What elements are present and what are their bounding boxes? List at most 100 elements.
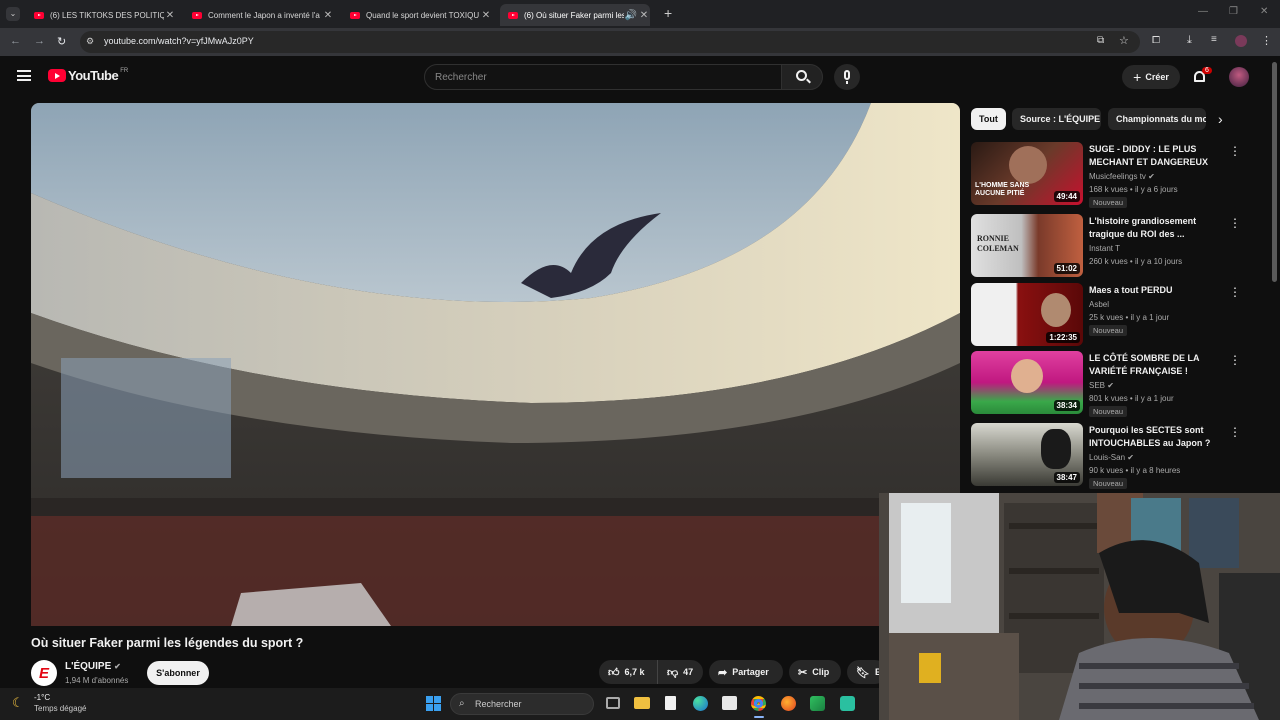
share-label: Partager — [732, 667, 769, 677]
video-thumbnail[interactable]: L'HOMME SANS AUCUNE PITIÉ 49:44 — [971, 142, 1083, 205]
more-options-icon[interactable]: ⋮ — [1229, 285, 1241, 299]
install-app-icon[interactable]: ⧉ — [1097, 35, 1104, 46]
channel-name[interactable]: Louis-San ✔ — [1089, 453, 1134, 462]
back-arrow-icon[interactable]: ← — [10, 35, 21, 47]
tab-title: Comment le Japon a inventé l'a — [208, 10, 320, 20]
video-title[interactable]: L'histoire grandiosement tragique du ROI… — [1089, 215, 1227, 241]
video-title[interactable]: Maes a tout PERDU — [1089, 284, 1227, 297]
firefox-browser-icon[interactable] — [781, 696, 796, 711]
minimize-window-icon[interactable]: — — [1198, 6, 1208, 17]
browser-tab[interactable]: (6) LES TIKTOKS DES POLITIQUE ✕ — [26, 4, 176, 26]
video-thumbnail[interactable]: 38:34 — [971, 351, 1083, 414]
weather-desc[interactable]: Temps dégagé — [34, 704, 86, 713]
close-tab-icon[interactable]: ✕ — [480, 10, 492, 21]
voice-search-button[interactable] — [834, 64, 860, 90]
more-options-icon[interactable]: ⋮ — [1229, 353, 1241, 367]
webcam-overlay — [879, 493, 1280, 720]
new-tab-button[interactable]: + — [664, 5, 672, 21]
new-badge: Nouveau — [1089, 325, 1128, 336]
more-options-icon[interactable]: ⋮ — [1229, 216, 1241, 230]
url-text[interactable]: youtube.com/watch?v=yfJMwAJz0PY — [104, 36, 254, 46]
search-button[interactable] — [781, 64, 823, 90]
like-count: 6,7 k — [624, 667, 645, 677]
video-thumbnail[interactable]: 38:47 — [971, 423, 1083, 486]
like-button[interactable]: 👍︎ 6,7 k — [599, 660, 657, 684]
video-title[interactable]: Pourquoi les SECTES sont INTOUCHABLES au… — [1089, 424, 1227, 450]
hamburger-menu-icon[interactable] — [17, 70, 31, 81]
taskbar-search-input[interactable]: ⌕ Rechercher — [450, 693, 594, 715]
reading-list-icon[interactable]: ≡ — [1211, 34, 1217, 45]
verified-check-icon: ✔ — [1127, 453, 1134, 462]
close-tab-icon[interactable]: ✕ — [164, 10, 176, 21]
site-info-icon[interactable]: ⚙ — [86, 36, 94, 47]
browser-tab-active[interactable]: (6) Où situer Faker parmi les 🔊 ✕ — [500, 4, 650, 26]
chip-championships[interactable]: Championnats du monde — [1108, 108, 1206, 130]
channel-name[interactable]: Instant T — [1089, 244, 1120, 253]
video-player[interactable] — [31, 103, 960, 626]
weather-moon-icon[interactable]: ☾ — [12, 695, 24, 711]
edge-browser-icon[interactable] — [693, 696, 708, 711]
page-scrollbar[interactable] — [1272, 62, 1277, 282]
close-tab-icon[interactable]: ✕ — [638, 10, 650, 21]
chips-next-arrow-icon[interactable]: › — [1218, 111, 1223, 127]
reload-icon[interactable]: ↻ — [57, 35, 66, 48]
video-title[interactable]: SUGE - DIDDY : LE PLUS MECHANT ET DANGER… — [1089, 143, 1227, 169]
subscribe-button[interactable]: S'abonner — [147, 661, 209, 685]
video-title[interactable]: LE CÔTÉ SOMBRE DE LA VARIÉTÉ FRANÇAISE ! — [1089, 352, 1227, 378]
bookmark-star-icon[interactable]: ☆ — [1119, 34, 1129, 47]
search-input[interactable]: Rechercher — [424, 64, 782, 90]
weather-temp[interactable]: -1°C — [34, 693, 50, 702]
close-tab-icon[interactable]: ✕ — [322, 10, 334, 21]
channel-avatar[interactable]: E — [31, 660, 57, 686]
browser-toolbar: ← → ↻ ⚙ youtube.com/watch?v=yfJMwAJz0PY … — [0, 28, 1280, 56]
profile-avatar-icon[interactable] — [1235, 35, 1247, 47]
more-options-icon[interactable]: ⋮ — [1229, 144, 1241, 158]
recommendation-item[interactable]: 38:47 Pourquoi les SECTES sont INTOUCHAB… — [971, 423, 1251, 489]
more-options-icon[interactable]: ⋮ — [1229, 425, 1241, 439]
maximize-window-icon[interactable]: ❐ — [1229, 6, 1238, 17]
new-badge: Nouveau — [1089, 406, 1128, 417]
channel-name[interactable]: Asbel — [1089, 300, 1109, 309]
recommendation-item[interactable]: 1:22:35 Maes a tout PERDU Asbel 25 k vue… — [971, 283, 1251, 347]
forward-arrow-icon[interactable]: → — [34, 35, 45, 47]
windows-start-icon[interactable] — [426, 696, 441, 711]
store-icon[interactable] — [722, 696, 737, 710]
youtube-logo[interactable]: YouTube FR — [48, 68, 128, 83]
channel-name[interactable]: SEB ✔ — [1089, 381, 1114, 390]
close-window-icon[interactable]: ✕ — [1260, 6, 1268, 17]
chrome-browser-icon[interactable] — [751, 696, 766, 711]
account-avatar[interactable] — [1229, 67, 1249, 87]
tab-title: (6) LES TIKTOKS DES POLITIQUE — [50, 10, 164, 20]
extensions-icon[interactable]: ⧠ — [1152, 35, 1160, 46]
video-duration: 49:44 — [1053, 191, 1080, 202]
recommendation-item[interactable]: 38:34 LE CÔTÉ SOMBRE DE LA VARIÉTÉ FRANÇ… — [971, 351, 1251, 417]
video-thumbnail[interactable]: RONNIE COLEMAN 51:02 — [971, 214, 1083, 277]
channel-name[interactable]: Musicfeelings tv ✔ — [1089, 172, 1155, 181]
clip-button[interactable]: ✂ Clip — [789, 660, 841, 684]
video-thumbnail[interactable]: 1:22:35 — [971, 283, 1083, 346]
create-button[interactable]: + Créer — [1122, 65, 1180, 89]
document-icon[interactable] — [665, 696, 676, 710]
file-explorer-icon[interactable] — [634, 697, 650, 709]
browser-tab[interactable]: Comment le Japon a inventé l'a ✕ — [184, 4, 334, 26]
channel-name-link[interactable]: L'ÉQUIPE ✔ — [65, 661, 121, 672]
app-icon[interactable] — [810, 696, 825, 711]
video-title-heading: Où situer Faker parmi les légendes du sp… — [31, 636, 304, 650]
audio-playing-icon[interactable]: 🔊 — [624, 10, 638, 21]
dislike-button[interactable]: 👎︎ 47 — [657, 660, 703, 684]
tab-list-dropdown-icon[interactable]: ⌄ — [6, 7, 20, 21]
download-icon[interactable]: ⤓ — [1187, 34, 1192, 47]
bookmark-icon: 🔖︎ — [856, 666, 870, 679]
chip-source[interactable]: Source : L'ÉQUIPE — [1012, 108, 1101, 130]
app-icon[interactable] — [840, 696, 855, 711]
browser-tab[interactable]: Quand le sport devient TOXIQU ✕ — [342, 4, 492, 26]
search-icon: ⌕ — [459, 698, 465, 709]
share-button[interactable]: ➦ Partager — [709, 660, 783, 684]
task-view-icon[interactable] — [606, 697, 620, 709]
browser-menu-icon[interactable]: ⋮ — [1261, 34, 1272, 47]
new-badge: Nouveau — [1089, 197, 1128, 208]
recommendation-item[interactable]: RONNIE COLEMAN 51:02 L'histoire grandios… — [971, 214, 1251, 278]
recommendation-item[interactable]: L'HOMME SANS AUCUNE PITIÉ 49:44 SUGE - D… — [971, 142, 1251, 208]
notifications-button[interactable]: 6 — [1192, 67, 1212, 86]
chip-all[interactable]: Tout — [971, 108, 1006, 130]
